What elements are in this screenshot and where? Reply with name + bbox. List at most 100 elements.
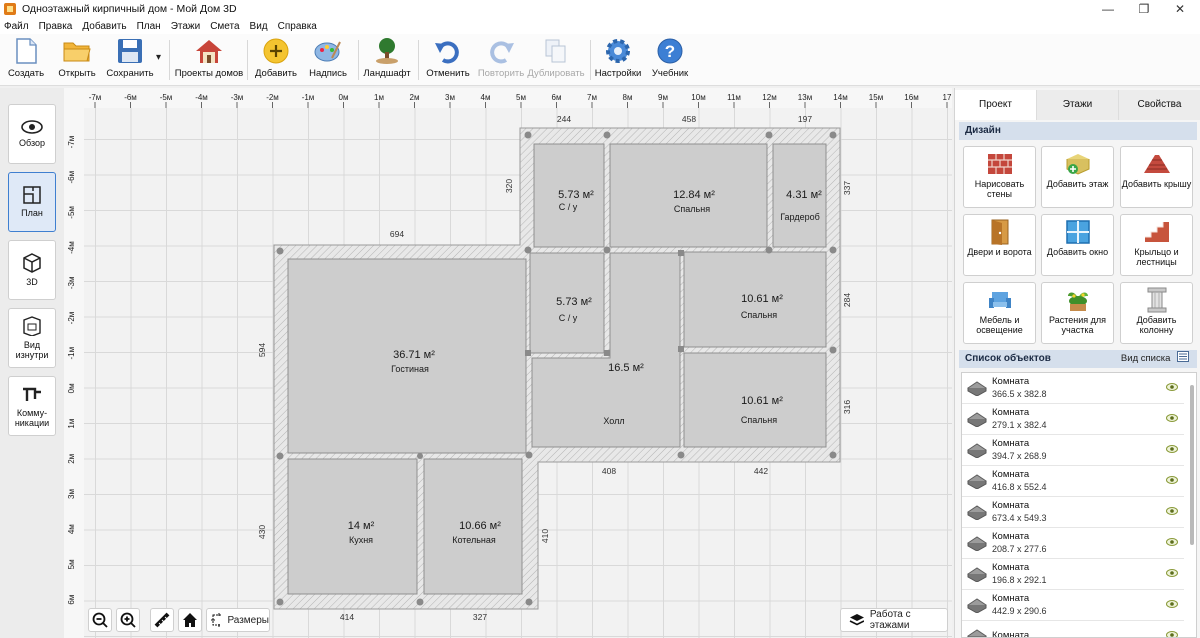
menu-help[interactable]: Справка	[278, 21, 317, 32]
list-item[interactable]: Комната 366.5 x 382.8	[962, 373, 1184, 404]
minimize-button[interactable]: —	[1088, 0, 1128, 18]
list-item[interactable]: Комната 279.1 x 382.4	[962, 404, 1184, 435]
measure-button[interactable]	[150, 608, 174, 632]
objects-list-scrollbar[interactable]	[1190, 385, 1194, 545]
tab-project[interactable]: Проект	[955, 90, 1037, 120]
toolbar-separator	[247, 40, 248, 80]
house-projects-button[interactable]: Проекты домов	[175, 36, 243, 84]
furniture-lighting-button[interactable]: Мебель и освещение	[963, 282, 1036, 344]
menu-estimate[interactable]: Смета	[210, 21, 239, 32]
visibility-eye-icon[interactable]	[1166, 599, 1178, 612]
ruler-label: 6м	[552, 93, 562, 102]
restore-button[interactable]: ❐	[1124, 0, 1164, 18]
porch-stairs-button[interactable]: Крыльцо и лестницы	[1120, 214, 1193, 276]
add-button[interactable]: Добавить	[254, 36, 298, 84]
room-area: 12.84 м²	[673, 189, 715, 201]
open-button[interactable]: Открыть	[56, 36, 98, 84]
view-3d-button[interactable]: 3D	[8, 240, 56, 300]
home-view-button[interactable]	[178, 608, 202, 632]
room-name: Гардероб	[780, 212, 820, 222]
room-name: Котельная	[452, 535, 496, 545]
tutorial-button[interactable]: ? Учебник	[650, 36, 690, 84]
visibility-eye-icon[interactable]	[1166, 568, 1178, 581]
menu-floors[interactable]: Этажи	[171, 21, 201, 32]
undo-button[interactable]: Отменить	[424, 36, 472, 84]
list-item[interactable]: Комната 673.4 x 549.3	[962, 497, 1184, 528]
room-name: Кухня	[349, 535, 373, 545]
visibility-eye-icon[interactable]	[1166, 413, 1178, 426]
room-area: 10.61 м²	[741, 293, 783, 305]
visibility-eye-icon[interactable]	[1166, 537, 1178, 550]
add-floor-button[interactable]: Добавить этаж	[1041, 146, 1114, 208]
tab-floors[interactable]: Этажи	[1037, 90, 1119, 120]
save-dropdown-arrow[interactable]: ▾	[156, 52, 161, 63]
room-name: С / у	[559, 202, 578, 212]
new-file-icon	[11, 36, 41, 66]
view-communications-button[interactable]: Комму-никации	[8, 376, 56, 436]
objects-list[interactable]: Комната 366.5 x 382.8 Комната 279.1 x 382.4…	[961, 372, 1197, 638]
menu-plan[interactable]: План	[137, 21, 161, 32]
tab-properties[interactable]: Свойства	[1119, 90, 1200, 120]
menu-add[interactable]: Добавить	[82, 21, 126, 32]
menu-edit[interactable]: Правка	[39, 21, 73, 32]
list-item[interactable]: Комната 442.9 x 290.6	[962, 590, 1184, 621]
list-item[interactable]: Комната 394.7 x 268.9	[962, 435, 1184, 466]
left-ruler	[64, 88, 84, 638]
label-button[interactable]: Надпись	[306, 36, 350, 84]
tree-icon	[372, 36, 402, 66]
zoom-out-button[interactable]	[88, 608, 112, 632]
visibility-eye-icon[interactable]	[1166, 475, 1178, 488]
draw-walls-button[interactable]: Нарисовать стены	[963, 146, 1036, 208]
floors-work-button[interactable]: Работа с этажами	[840, 608, 948, 632]
create-button[interactable]: Создать	[6, 36, 46, 84]
visibility-eye-icon[interactable]	[1166, 444, 1178, 457]
redo-arrow-icon	[486, 36, 516, 66]
zoom-in-button[interactable]	[116, 608, 140, 632]
list-item[interactable]: Комната 208.7 x 277.6	[962, 528, 1184, 559]
redo-button[interactable]: Повторить	[476, 36, 526, 84]
settings-button[interactable]: Настройки	[595, 36, 641, 84]
dimensions-toggle-button[interactable]: Размеры	[206, 608, 270, 632]
list-item[interactable]: Комната 416.8 x 552.4	[962, 466, 1184, 497]
visibility-eye-icon[interactable]	[1166, 630, 1178, 637]
list-view-button[interactable]: Вид списка	[1121, 350, 1189, 368]
menu-file[interactable]: Файл	[4, 21, 29, 32]
landscape-button[interactable]: Ландшафт	[363, 36, 411, 84]
list-item[interactable]: Комната	[962, 621, 1184, 637]
objects-section-header: Список объектов Вид списка	[959, 350, 1197, 368]
add-roof-button[interactable]: Добавить крышу	[1120, 146, 1193, 208]
close-button[interactable]: ✕	[1160, 0, 1200, 18]
doors-gates-button[interactable]: Двери и ворота	[963, 214, 1036, 276]
add-column-button[interactable]: Добавить колонну	[1120, 282, 1193, 344]
ruler-label: 8м	[623, 93, 633, 102]
ruler-label: -4м	[67, 241, 76, 254]
save-button[interactable]: Сохранить	[104, 36, 156, 84]
view-overview-button[interactable]: Обзор	[8, 104, 56, 164]
ruler-label: -5м	[160, 93, 173, 102]
house-icon	[194, 36, 224, 66]
ruler-label: -6м	[67, 171, 76, 184]
object-name: Комната	[992, 593, 1030, 604]
object-name: Комната	[992, 438, 1030, 449]
ruler-label: 5м	[516, 93, 526, 102]
add-window-button[interactable]: Добавить окно	[1041, 214, 1114, 276]
ruler-label: -1м	[302, 93, 315, 102]
floor-plan-canvas[interactable]: -7м -6м -5м -4м -3м -2м -1м 0м 1м 2м 3м 4м 5м 6м 7м 8м 9…	[64, 88, 952, 638]
visibility-eye-icon[interactable]	[1166, 382, 1178, 395]
duplicate-button[interactable]: Дублировать	[527, 36, 585, 84]
menu-bar: Файл Правка Добавить План Этажи Смета Ви…	[0, 18, 1200, 34]
view-plan-button[interactable]: План	[8, 172, 56, 232]
ruler-label: 2м	[410, 93, 420, 102]
pipes-icon	[23, 387, 41, 401]
ruler-label: -2м	[67, 312, 76, 325]
ruler-label: -4м	[195, 93, 208, 102]
visibility-eye-icon[interactable]	[1166, 506, 1178, 519]
ruler-label: 2м	[67, 454, 76, 464]
ruler-label: -6м	[124, 93, 137, 102]
plan-drawing[interactable]: -7м -6м -5м -4м -3м -2м -1м 0м 1м 2м 3м 4м 5м 6м 7м 8м 9…	[64, 88, 952, 638]
list-item[interactable]: Комната 196.8 x 292.1	[962, 559, 1184, 590]
object-name: Комната	[992, 469, 1030, 480]
plants-button[interactable]: Растения для участка	[1041, 282, 1114, 344]
menu-view[interactable]: Вид	[250, 21, 268, 32]
view-inside-button[interactable]: Вид изнутри	[8, 308, 56, 368]
